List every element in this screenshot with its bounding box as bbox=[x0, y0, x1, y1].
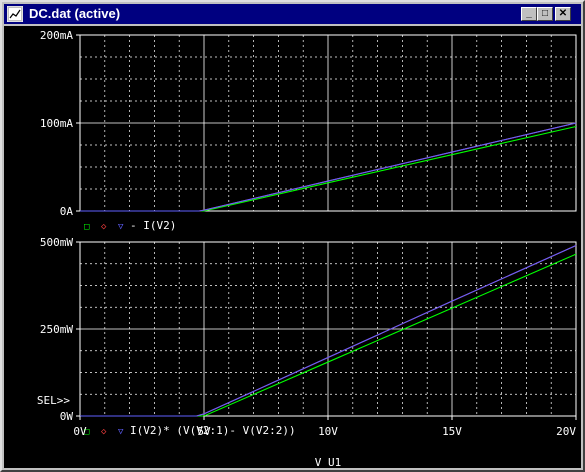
y-tick-label: 250mW bbox=[40, 323, 73, 336]
legend-marker-green: □ bbox=[84, 222, 90, 232]
x-axis-title: V_U1 bbox=[315, 456, 342, 468]
legend-marker-blue: ▽ bbox=[118, 222, 124, 232]
plot-1 bbox=[76, 34, 577, 212]
minimize-button[interactable]: _ bbox=[521, 7, 537, 21]
maximize-button[interactable]: □ bbox=[537, 7, 553, 21]
close-button[interactable]: ✕ bbox=[555, 7, 571, 21]
plot-area[interactable]: 0A 100mA 200mA □ ◇ ▽ - I(V2) 0W 250mW 500mW □ ◇ ▽ I(V… bbox=[4, 26, 581, 469]
x-tick-label: 0V bbox=[73, 425, 87, 438]
title-bar[interactable]: DC.dat (active) _ □ ✕ bbox=[4, 4, 581, 24]
x-tick-label: 10V bbox=[318, 425, 338, 438]
window-title: DC.dat (active) bbox=[29, 6, 121, 21]
legend-marker-blue: ▽ bbox=[118, 427, 124, 437]
plot-canvas[interactable]: 0A100mA200mA□ ◇ ▽ - I(V2)0W250mW500mW□ ◇ ▽ I(V… bbox=[4, 26, 581, 469]
probe-app-icon bbox=[7, 6, 23, 22]
y-tick-label: 100mA bbox=[40, 117, 73, 130]
x-tick-label: 15V bbox=[442, 425, 462, 438]
legend-marker-red: ◇ bbox=[101, 222, 107, 232]
x-tick-label: 20V bbox=[556, 425, 576, 438]
legend-marker-red: ◇ bbox=[101, 427, 107, 437]
y-tick-label: 0W bbox=[60, 410, 74, 423]
legend-text: - I(V2) bbox=[130, 219, 176, 232]
x-tick-label: 5V bbox=[197, 425, 211, 438]
y-tick-label: 200mA bbox=[40, 29, 73, 42]
y-tick-label: 0A bbox=[60, 205, 74, 218]
y-tick-label: 500mW bbox=[40, 236, 73, 249]
plot-2 bbox=[76, 241, 577, 420]
legend-text: I(V2)* (V(V2:1)- V(V2:2)) bbox=[130, 424, 296, 437]
probe-window: DC.dat (active) _ □ ✕ 0A 100mA 200mA □ ◇ ▽ - I… bbox=[0, 0, 585, 472]
sel-marker: SEL>> bbox=[37, 394, 70, 407]
